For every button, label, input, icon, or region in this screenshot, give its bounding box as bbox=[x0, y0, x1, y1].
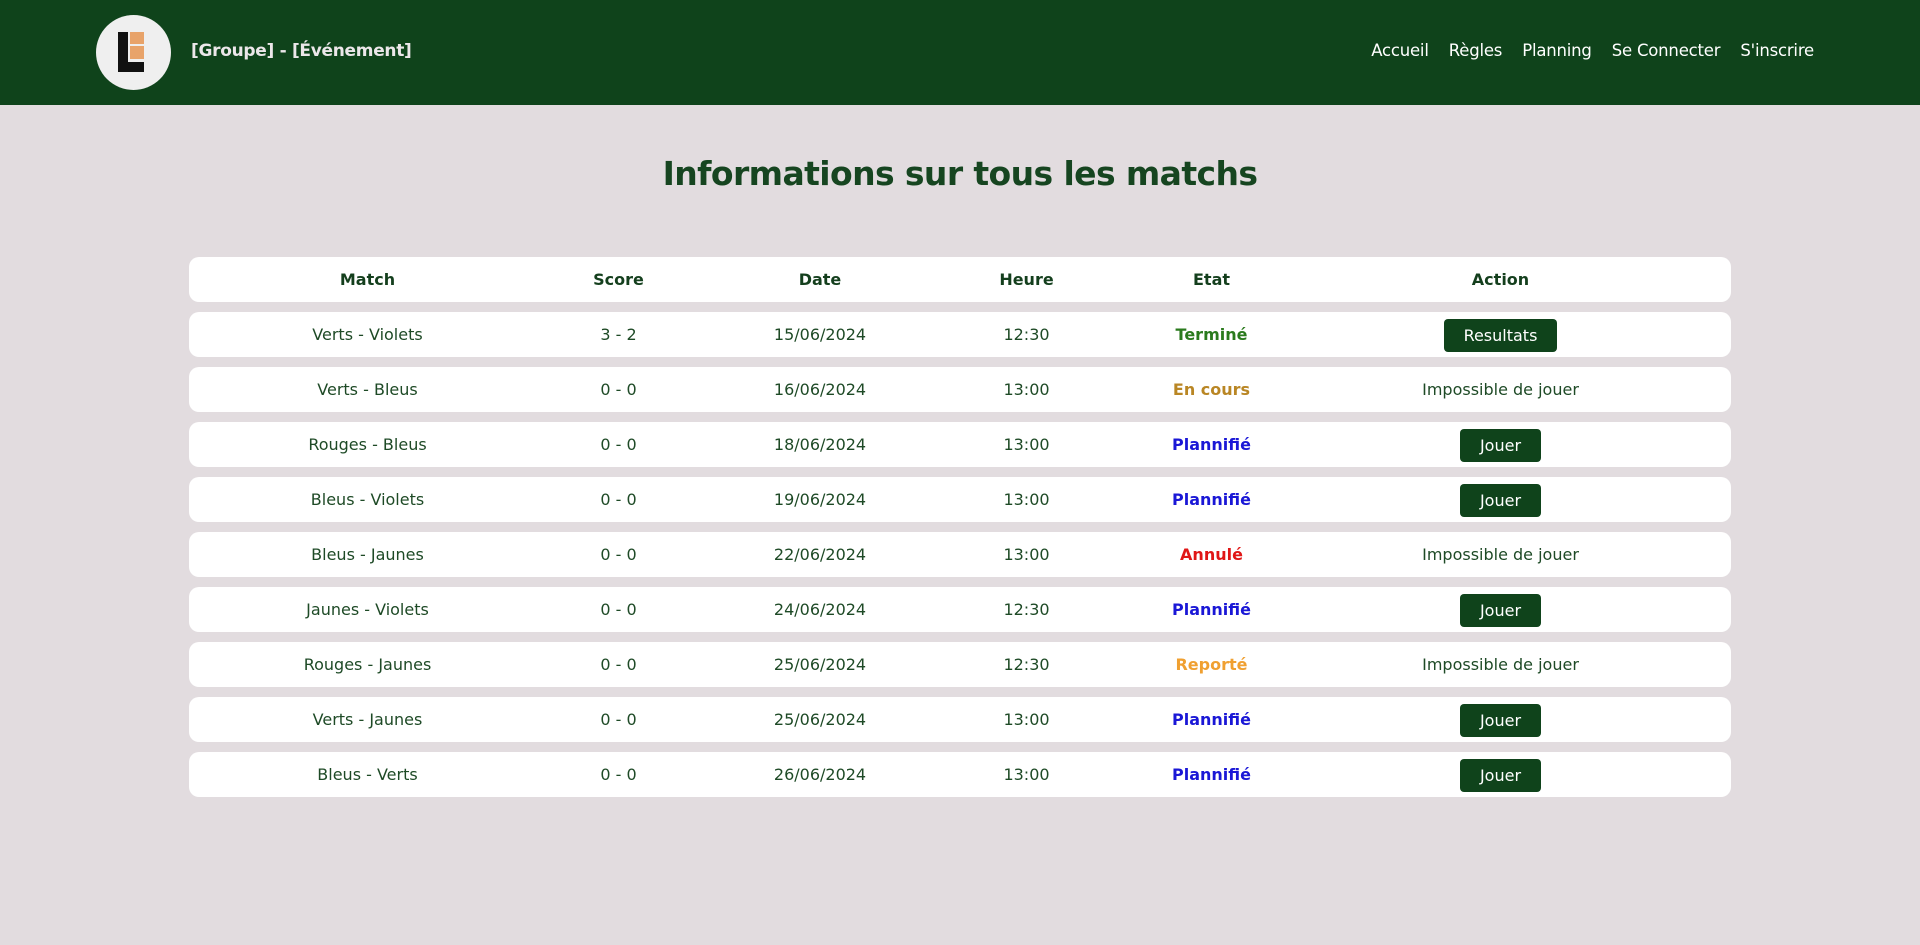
page-title: Informations sur tous les matchs bbox=[662, 154, 1258, 193]
score-cell: 0 - 0 bbox=[600, 765, 637, 784]
date-cell: 26/06/2024 bbox=[773, 765, 867, 784]
table-header-row: Match Score Date Heure Etat Action bbox=[189, 257, 1731, 302]
date-cell: 25/06/2024 bbox=[773, 710, 867, 729]
action-unavailable-text: Impossible de jouer bbox=[1422, 655, 1579, 674]
match-cell: Jaunes - Violets bbox=[306, 600, 429, 619]
table-row: Verts - Jaunes 0 - 0 25/06/2024 13:00 Planni… bbox=[189, 697, 1731, 742]
match-cell: Verts - Jaunes bbox=[312, 710, 423, 729]
match-cell: Bleus - Violets bbox=[310, 490, 425, 509]
date-cell: 15/06/2024 bbox=[773, 325, 867, 344]
score-cell: 0 - 0 bbox=[600, 435, 637, 454]
time-cell: 12:30 bbox=[1003, 600, 1050, 619]
match-cell: Bleus - Verts bbox=[317, 765, 418, 784]
time-cell: 13:00 bbox=[1003, 710, 1050, 729]
results-button[interactable]: Resultats bbox=[1443, 319, 1558, 352]
time-cell: 13:00 bbox=[1003, 765, 1050, 784]
status-badge: Plannifié bbox=[1172, 765, 1251, 784]
play-button[interactable]: Jouer bbox=[1459, 704, 1542, 737]
score-cell: 0 - 0 bbox=[600, 490, 637, 509]
nav-link-se-connecter[interactable]: Se Connecter bbox=[1612, 41, 1721, 60]
status-badge: En cours bbox=[1172, 380, 1251, 399]
table-row: Bleus - Jaunes 0 - 0 22/06/2024 13:00 Annulé… bbox=[189, 532, 1731, 577]
status-badge: Plannifié bbox=[1172, 490, 1251, 509]
match-cell: Verts - Violets bbox=[312, 325, 423, 344]
action-cell: Jouer bbox=[1319, 752, 1682, 797]
play-button[interactable]: Jouer bbox=[1459, 429, 1542, 462]
time-cell: 12:30 bbox=[1003, 655, 1050, 674]
nav-link-regles[interactable]: Règles bbox=[1449, 41, 1503, 60]
play-button[interactable]: Jouer bbox=[1459, 594, 1542, 627]
action-cell: Jouer bbox=[1319, 422, 1682, 467]
logo-icon[interactable] bbox=[96, 15, 171, 90]
score-cell: 3 - 2 bbox=[600, 325, 637, 344]
status-badge: Plannifié bbox=[1172, 710, 1251, 729]
column-header-date: Date bbox=[798, 270, 842, 289]
status-badge: Annulé bbox=[1180, 545, 1243, 564]
column-header-etat: Etat bbox=[1192, 270, 1231, 289]
table-row: Jaunes - Violets 0 - 0 24/06/2024 12:30 Plan… bbox=[189, 587, 1731, 632]
action-cell: Jouer bbox=[1319, 477, 1682, 522]
play-button[interactable]: Jouer bbox=[1459, 484, 1542, 517]
action-unavailable-text: Impossible de jouer bbox=[1422, 545, 1579, 564]
status-badge: Plannifié bbox=[1172, 600, 1251, 619]
site-brand[interactable]: [Groupe] - [Événement] bbox=[191, 41, 412, 61]
play-button[interactable]: Jouer bbox=[1459, 759, 1542, 792]
score-cell: 0 - 0 bbox=[600, 710, 637, 729]
match-cell: Rouges - Bleus bbox=[308, 435, 427, 454]
nav-link-accueil[interactable]: Accueil bbox=[1371, 41, 1429, 60]
table-row: Bleus - Verts 0 - 0 26/06/2024 13:00 Plannif… bbox=[189, 752, 1731, 797]
table-row: Verts - Violets 3 - 2 15/06/2024 12:30 Termi… bbox=[189, 312, 1731, 357]
column-header-match: Match bbox=[339, 270, 396, 289]
date-cell: 24/06/2024 bbox=[773, 600, 867, 619]
table-row: Rouges - Jaunes 0 - 0 25/06/2024 12:30 Repor… bbox=[189, 642, 1731, 687]
score-cell: 0 - 0 bbox=[600, 600, 637, 619]
site-header: [Groupe] - [Événement] Accueil Règles Pl… bbox=[0, 0, 1920, 105]
date-cell: 19/06/2024 bbox=[773, 490, 867, 509]
nav-link-sinscrire[interactable]: S'inscrire bbox=[1740, 41, 1814, 60]
action-cell: Resultats bbox=[1319, 312, 1682, 357]
date-cell: 18/06/2024 bbox=[773, 435, 867, 454]
match-cell: Verts - Bleus bbox=[317, 380, 418, 399]
action-cell: Jouer bbox=[1319, 587, 1682, 632]
date-cell: 16/06/2024 bbox=[773, 380, 867, 399]
status-badge: Terminé bbox=[1175, 325, 1248, 344]
time-cell: 13:00 bbox=[1003, 545, 1050, 564]
table-row: Verts - Bleus 0 - 0 16/06/2024 13:00 En cour… bbox=[189, 367, 1731, 412]
date-cell: 25/06/2024 bbox=[773, 655, 867, 674]
score-cell: 0 - 0 bbox=[600, 380, 637, 399]
match-cell: Bleus - Jaunes bbox=[311, 545, 424, 564]
column-header-score: Score bbox=[593, 270, 644, 289]
score-cell: 0 - 0 bbox=[600, 655, 637, 674]
main-nav: Accueil Règles Planning Se Connecter S'i… bbox=[1351, 41, 1814, 60]
status-badge: Plannifié bbox=[1172, 435, 1251, 454]
score-cell: 0 - 0 bbox=[600, 545, 637, 564]
date-cell: 22/06/2024 bbox=[773, 545, 867, 564]
time-cell: 13:00 bbox=[1003, 380, 1050, 399]
table-row: Bleus - Violets 0 - 0 19/06/2024 13:00 Plann… bbox=[189, 477, 1731, 522]
column-header-heure: Heure bbox=[999, 270, 1054, 289]
time-cell: 13:00 bbox=[1003, 490, 1050, 509]
action-unavailable-text: Impossible de jouer bbox=[1422, 380, 1579, 399]
time-cell: 12:30 bbox=[1003, 325, 1050, 344]
action-cell: Jouer bbox=[1319, 697, 1682, 742]
table-row: Rouges - Bleus 0 - 0 18/06/2024 13:00 Planni… bbox=[189, 422, 1731, 467]
nav-link-planning[interactable]: Planning bbox=[1522, 41, 1592, 60]
match-cell: Rouges - Jaunes bbox=[303, 655, 432, 674]
time-cell: 13:00 bbox=[1003, 435, 1050, 454]
column-header-action: Action bbox=[1471, 270, 1530, 289]
status-badge: Reporté bbox=[1175, 655, 1248, 674]
